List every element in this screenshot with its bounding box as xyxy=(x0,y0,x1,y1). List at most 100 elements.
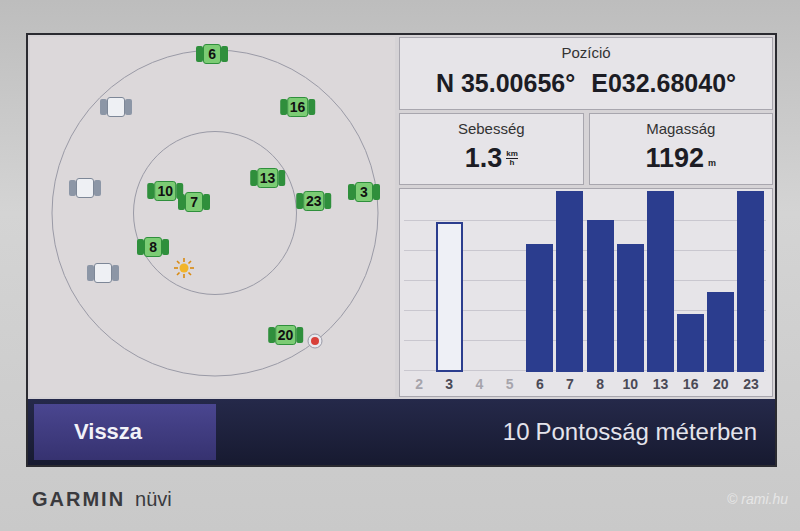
satellite-number: 20 xyxy=(275,325,297,345)
panel-icon xyxy=(162,239,169,255)
position-label: Pozíció xyxy=(400,38,772,61)
signal-label: 13 xyxy=(645,376,675,392)
panel-icon xyxy=(178,194,185,210)
satellite-marker: 3 xyxy=(348,182,380,202)
panel-icon xyxy=(69,180,76,196)
signal-bar xyxy=(647,191,674,372)
signal-column xyxy=(645,191,675,372)
panel-icon xyxy=(325,193,332,209)
sun-icon xyxy=(173,257,195,279)
satellite-marker: 16 xyxy=(280,97,316,117)
back-button[interactable]: Vissza xyxy=(34,404,216,460)
elevation-value: 1192m xyxy=(590,137,773,174)
signal-column xyxy=(555,191,585,372)
signal-bar xyxy=(617,244,644,373)
satellite-marker: 8 xyxy=(137,237,169,257)
satellite-number xyxy=(107,97,125,117)
signal-bar xyxy=(707,292,734,372)
elevation-unit: m xyxy=(708,158,716,174)
satellite-marker xyxy=(87,263,119,283)
speed-value: 1.3kmh xyxy=(400,137,583,174)
elevation-box: Magasság1192m xyxy=(589,113,774,185)
panel-icon xyxy=(137,239,144,255)
signal-label: 2 xyxy=(404,376,434,392)
satellite-marker xyxy=(100,97,132,117)
satellite-number: 6 xyxy=(203,44,221,64)
signal-bar xyxy=(677,314,704,372)
satellite-number: 23 xyxy=(303,191,325,211)
satellite-marker: 13 xyxy=(250,168,286,188)
satellite-marker: 6 xyxy=(196,44,228,64)
signal-label: 6 xyxy=(525,376,555,392)
panel-icon xyxy=(278,170,285,186)
signal-column xyxy=(525,191,555,372)
satellite-number: 13 xyxy=(257,168,279,188)
signal-label: 10 xyxy=(615,376,645,392)
satellite-marker: 7 xyxy=(178,192,210,212)
watermark: © rami.hu xyxy=(727,491,788,507)
signal-column xyxy=(736,191,766,372)
panel-icon xyxy=(221,46,228,62)
satellite-marker: 20 xyxy=(268,325,304,345)
satellite-number xyxy=(76,178,94,198)
footer-bar: Vissza 10Pontosság méterben xyxy=(28,399,775,465)
panel-icon xyxy=(280,99,287,115)
signal-column xyxy=(615,191,645,372)
signal-bar xyxy=(556,191,583,372)
sky-view: 6 16 13 10 7 23 3 8 20 xyxy=(30,37,395,397)
signal-label: 7 xyxy=(555,376,585,392)
signal-column xyxy=(404,191,434,372)
speed-box: Sebesség1.3kmh xyxy=(399,113,584,185)
panel-icon xyxy=(308,99,315,115)
signal-label: 23 xyxy=(736,376,766,392)
signal-label: 16 xyxy=(676,376,706,392)
signal-column xyxy=(585,191,615,372)
signal-column xyxy=(434,191,464,372)
signal-chart: 23456781013162023 xyxy=(399,188,773,397)
speed-label: Sebesség xyxy=(400,114,583,137)
panel-icon xyxy=(148,183,155,199)
signal-label: 8 xyxy=(585,376,615,392)
signal-bar xyxy=(526,244,553,373)
panel-icon xyxy=(125,99,132,115)
panel-icon xyxy=(296,327,303,343)
signal-label: 4 xyxy=(464,376,494,392)
signal-bar xyxy=(737,191,764,372)
panel-icon xyxy=(112,265,119,281)
satellite-number: 3 xyxy=(355,182,373,202)
panel-icon xyxy=(196,46,203,62)
satellite-number: 10 xyxy=(155,181,177,201)
screen: 61613107233820PozícióN 35.00656°E032.680… xyxy=(26,33,777,467)
signal-column xyxy=(706,191,736,372)
panel-icon xyxy=(296,193,303,209)
info-column: PozícióN 35.00656°E032.68040°Sebesség1.3… xyxy=(399,37,773,397)
panel-icon xyxy=(268,327,275,343)
signal-label: 20 xyxy=(706,376,736,392)
panel-icon xyxy=(100,99,107,115)
position-box: PozícióN 35.00656°E032.68040° xyxy=(399,37,773,110)
signal-column xyxy=(464,191,494,372)
brand-logo: GARMINnüvi xyxy=(32,488,172,511)
panel-icon xyxy=(373,184,380,200)
panel-icon xyxy=(94,180,101,196)
sky-rings xyxy=(30,37,395,395)
panel-icon xyxy=(87,265,94,281)
panel-icon xyxy=(203,194,210,210)
panel-icon xyxy=(348,184,355,200)
signal-column xyxy=(676,191,706,372)
satellite-marker xyxy=(69,178,101,198)
accuracy-text: 10Pontosság méterben xyxy=(503,418,757,446)
signal-bar xyxy=(436,222,463,372)
panel-icon xyxy=(250,170,257,186)
signal-label: 3 xyxy=(434,376,464,392)
position-value: N 35.00656°E032.68040° xyxy=(400,61,772,98)
moon-icon xyxy=(307,333,323,349)
satellite-marker: 23 xyxy=(296,191,332,211)
satellite-number: 16 xyxy=(287,97,309,117)
satellite-number xyxy=(94,263,112,283)
signal-bar xyxy=(587,220,614,372)
speed-unit: kmh xyxy=(506,150,518,167)
gps-device: 61613107233820PozícióN 35.00656°E032.680… xyxy=(0,0,800,531)
elevation-label: Magasság xyxy=(590,114,773,137)
satellite-number: 7 xyxy=(185,192,203,212)
